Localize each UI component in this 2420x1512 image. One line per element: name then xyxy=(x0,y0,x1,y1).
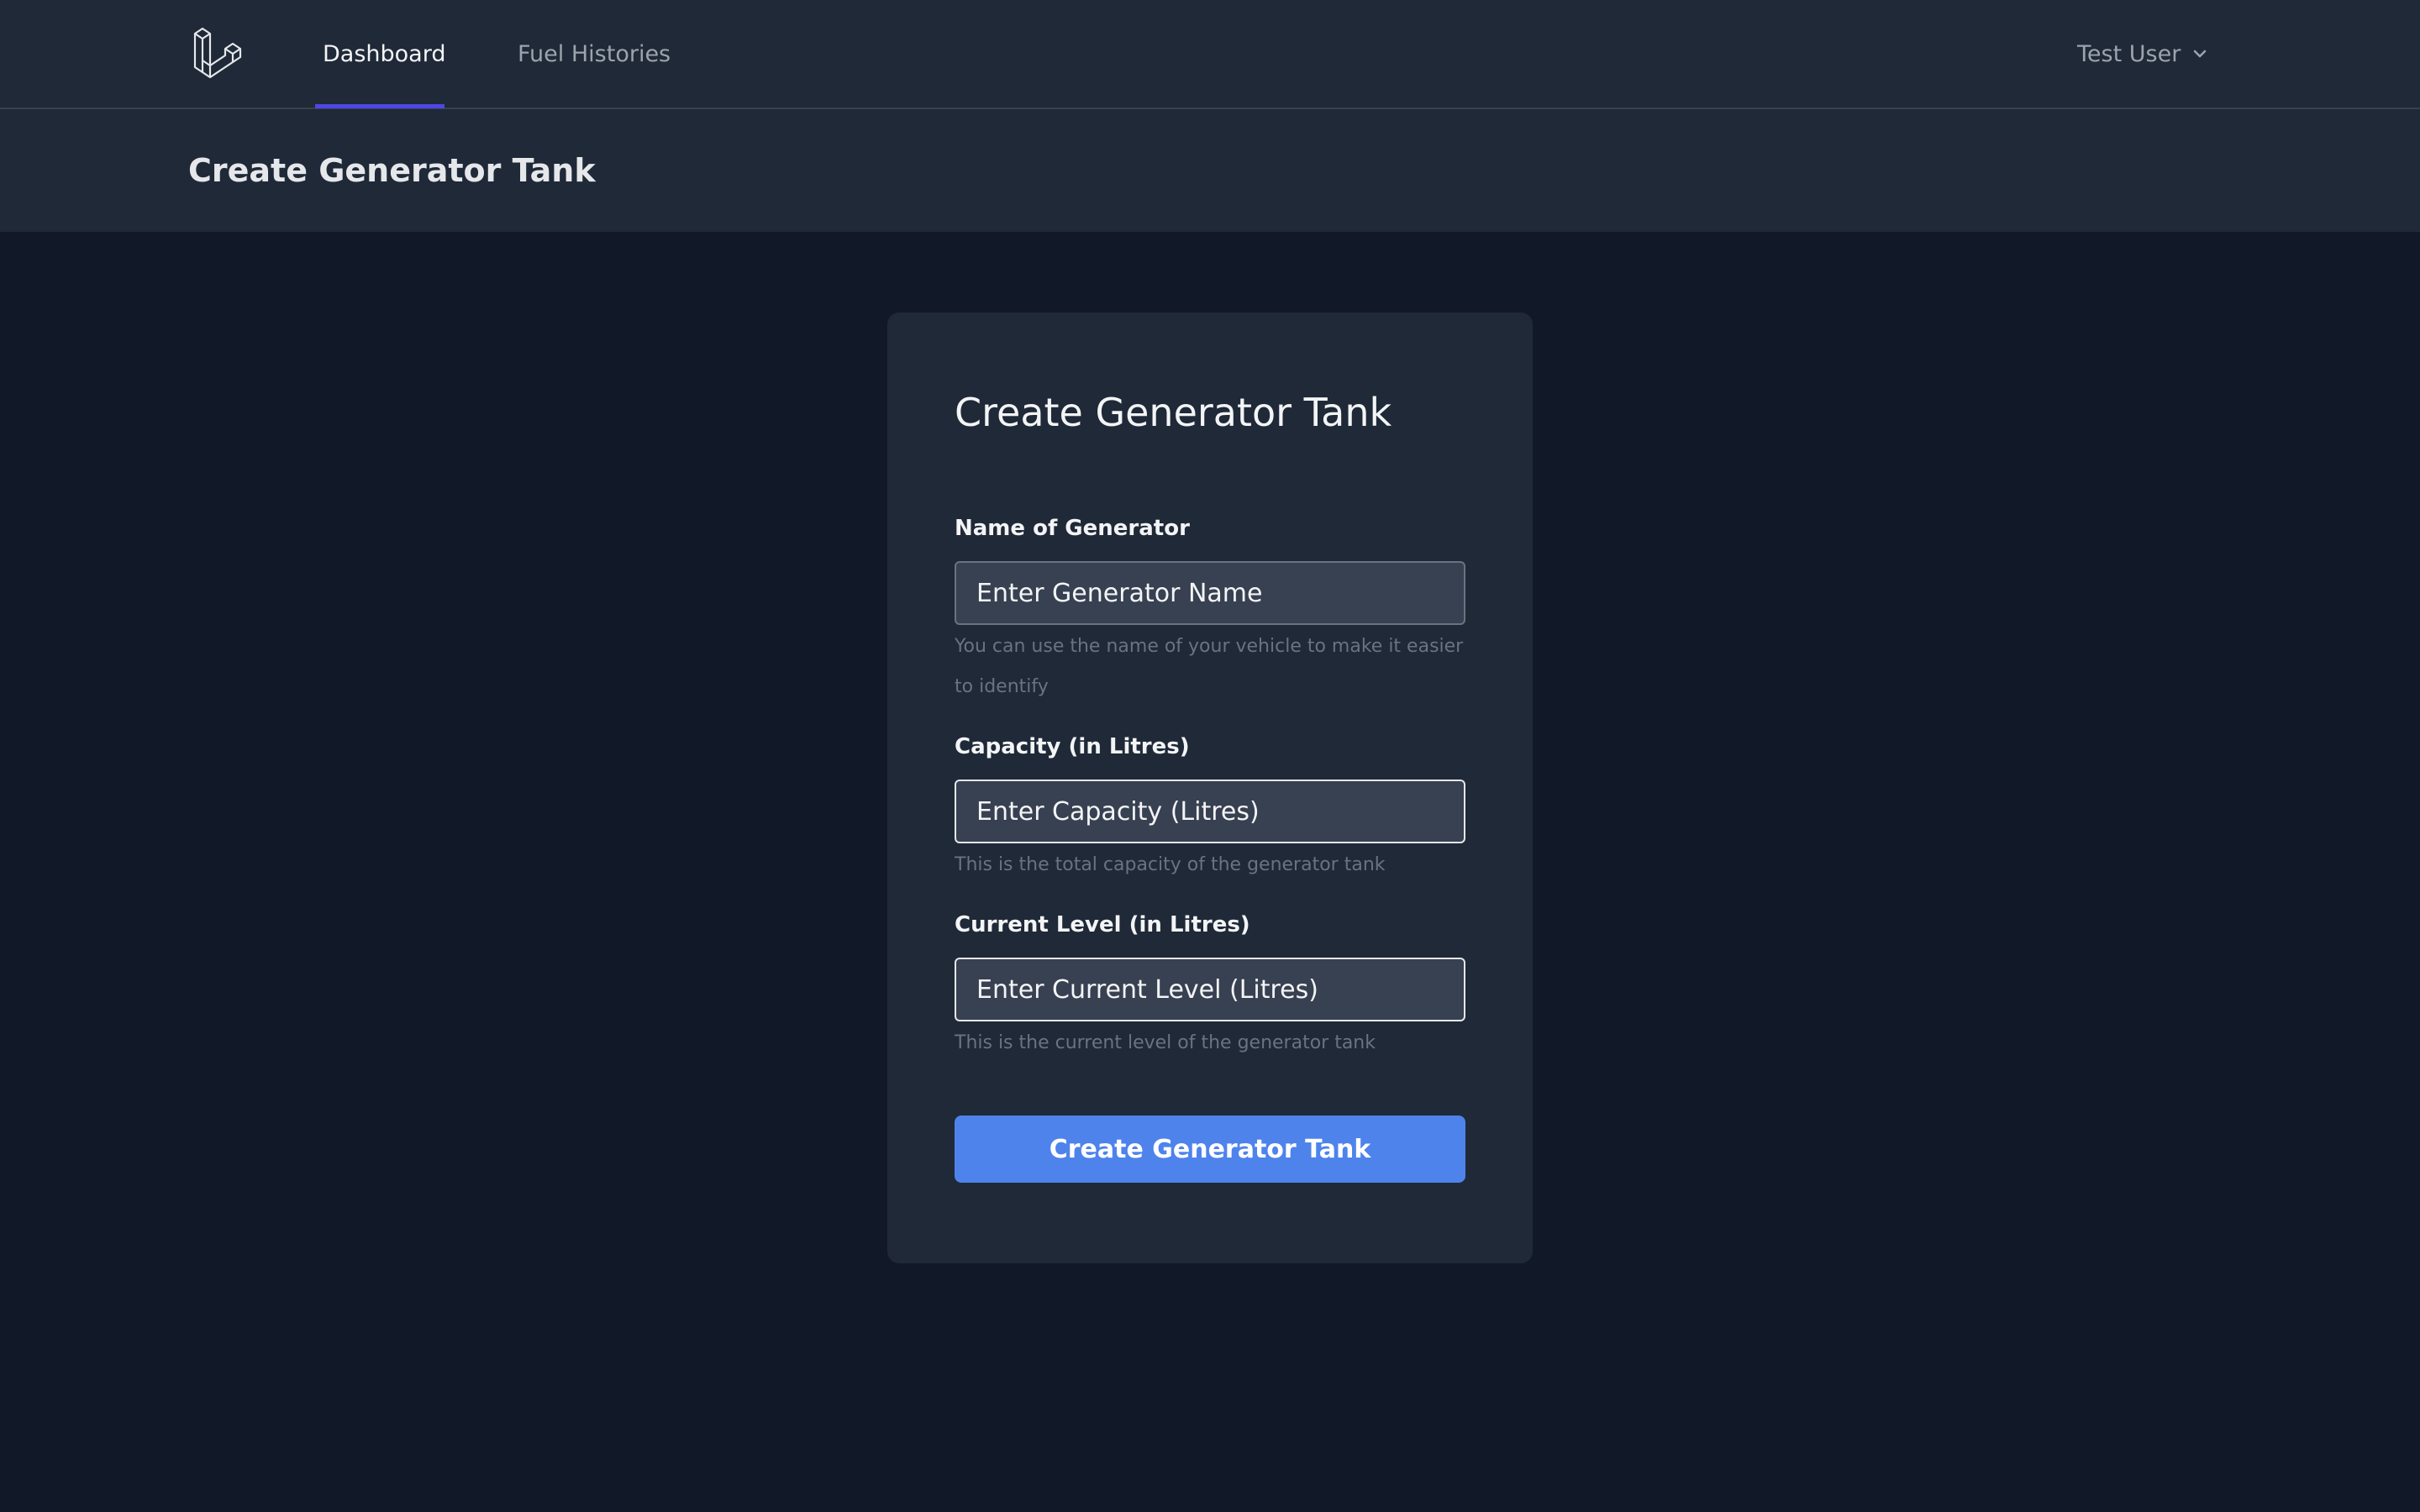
current-level-label: Current Level (in Litres) xyxy=(955,912,1250,937)
capacity-help: This is the total capacity of the genera… xyxy=(955,854,1386,875)
create-generator-tank-button[interactable]: Create Generator Tank xyxy=(955,1116,1465,1183)
create-tank-form-card: Create Generator Tank Name of Generator … xyxy=(887,312,1533,1263)
nav-link-dashboard[interactable]: Dashboard xyxy=(323,0,445,108)
nav-link-fuel-histories[interactable]: Fuel Histories xyxy=(518,0,671,108)
current-level-input[interactable] xyxy=(955,958,1465,1021)
capacity-input[interactable] xyxy=(955,780,1465,843)
active-tab-indicator xyxy=(315,104,445,108)
generator-name-input[interactable] xyxy=(955,561,1465,625)
current-level-help: This is the current level of the generat… xyxy=(955,1032,1376,1053)
laravel-logo-icon[interactable] xyxy=(192,25,250,81)
page-title: Create Generator Tank xyxy=(188,152,596,189)
chevron-down-icon xyxy=(2193,50,2207,58)
capacity-label: Capacity (in Litres) xyxy=(955,734,1190,759)
top-navigation: Dashboard Fuel Histories Test User xyxy=(0,0,2420,109)
page-header: Create Generator Tank xyxy=(0,109,2420,232)
generator-name-label: Name of Generator xyxy=(955,516,1190,541)
user-name: Test User xyxy=(2077,40,2181,67)
generator-name-help: You can use the name of your vehicle to … xyxy=(955,636,1464,697)
form-title: Create Generator Tank xyxy=(955,390,1392,435)
user-menu-dropdown[interactable]: Test User xyxy=(2077,0,2207,108)
